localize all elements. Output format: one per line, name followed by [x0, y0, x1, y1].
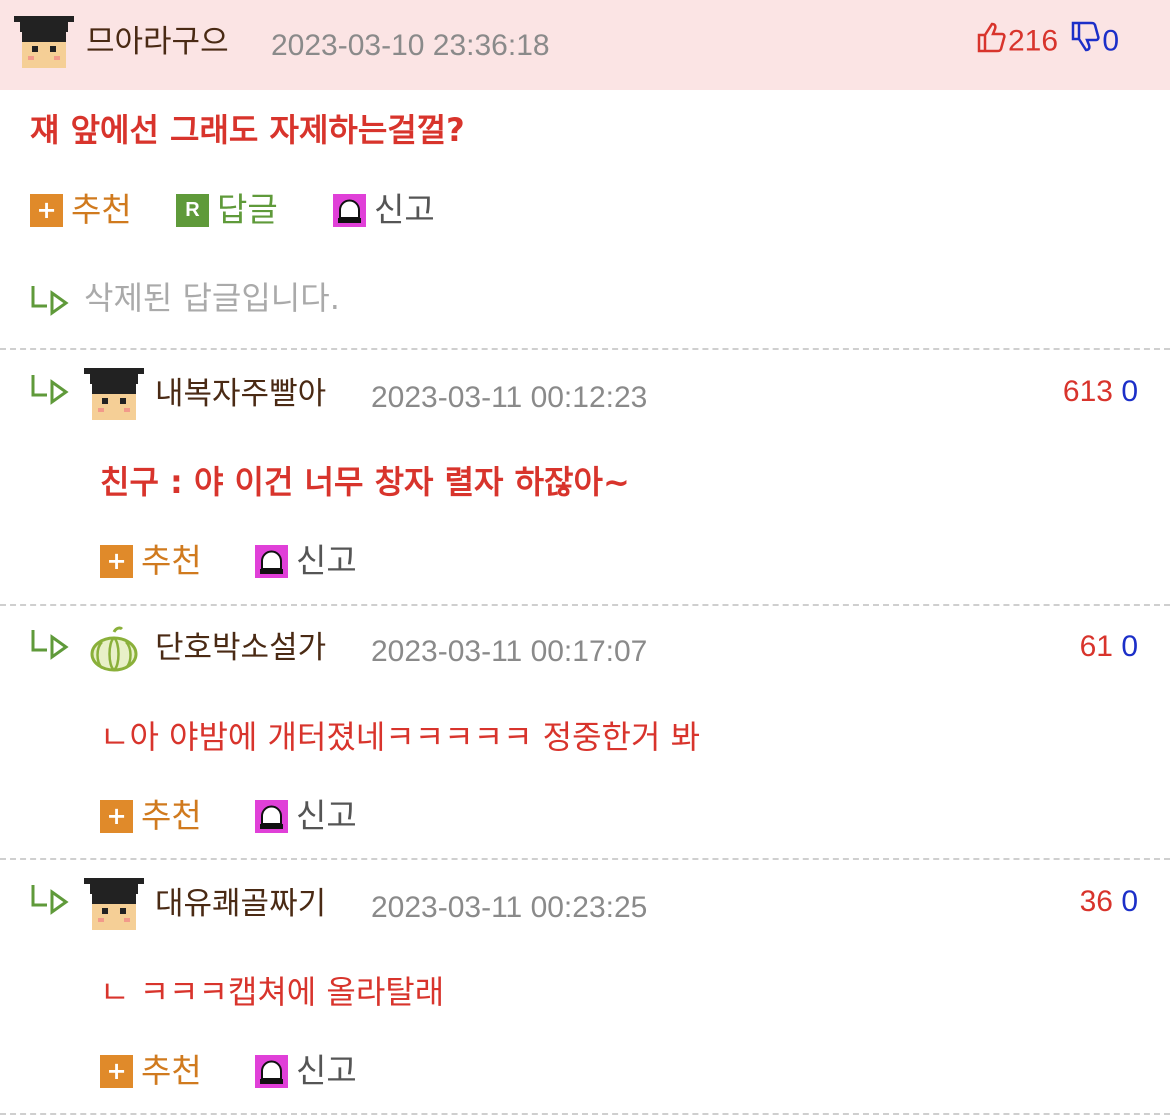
up-vote-count[interactable]: 61 — [1080, 630, 1113, 663]
report-label: 신고 — [296, 1051, 357, 1090]
recommend-button[interactable]: + 추천 — [100, 541, 202, 581]
report-button[interactable]: 신고 — [255, 1051, 357, 1091]
reply-datetime: 2023-03-11 00:12:23 — [371, 381, 648, 414]
reply-arrow-icon — [30, 627, 72, 663]
recommend-label: 추천 — [141, 796, 202, 835]
reply-text: ㄴ ㅋㅋㅋ캡쳐에 올라탈래 — [100, 973, 445, 1011]
student-cap-avatar-icon[interactable] — [84, 366, 144, 426]
divider — [0, 1113, 1170, 1115]
student-cap-avatar-icon[interactable] — [14, 14, 74, 74]
comment-datetime: 2023-03-10 23:36:18 — [271, 29, 550, 62]
reply-label: 답글 — [217, 190, 278, 229]
recommend-label: 추천 — [141, 541, 202, 580]
vote-counts: 613 0 — [1063, 372, 1138, 412]
down-vote-count: 0 — [1102, 24, 1120, 58]
divider — [0, 348, 1170, 350]
report-button[interactable]: 신고 — [333, 190, 435, 230]
reply-r-icon: R — [176, 193, 209, 227]
main-comment-header: 므아라구으 2023-03-10 23:36:18 216 0 — [0, 0, 1170, 90]
siren-icon — [255, 1054, 288, 1088]
reply-button[interactable]: R 답글 — [176, 190, 278, 230]
reply-nickname[interactable]: 내복자주빨아 — [155, 374, 326, 414]
recommend-button[interactable]: + 추천 — [30, 190, 132, 230]
down-vote-count[interactable]: 0 — [1121, 885, 1138, 918]
student-cap-avatar-icon[interactable] — [84, 876, 144, 936]
up-vote-count[interactable]: 613 — [1063, 375, 1113, 408]
pumpkin-avatar-icon[interactable] — [88, 626, 140, 674]
plus-icon: + — [100, 544, 133, 578]
recommend-button[interactable]: + 추천 — [100, 796, 202, 836]
report-label: 신고 — [296, 796, 357, 835]
down-vote-count[interactable]: 0 — [1121, 375, 1138, 408]
reply-nickname[interactable]: 단호박소설가 — [155, 628, 326, 668]
siren-icon — [255, 799, 288, 833]
down-vote-count[interactable]: 0 — [1121, 630, 1138, 663]
recommend-label: 추천 — [141, 1051, 202, 1090]
report-label: 신고 — [374, 190, 435, 229]
reply-arrow-icon — [30, 283, 72, 319]
report-label: 신고 — [296, 541, 357, 580]
plus-icon: + — [100, 1054, 133, 1088]
vote-counts: 61 0 — [1080, 627, 1138, 667]
reply-datetime: 2023-03-11 00:17:07 — [371, 635, 648, 668]
divider — [0, 858, 1170, 860]
reply-arrow-icon — [30, 882, 72, 918]
reply-arrow-icon — [30, 372, 72, 408]
comment-text: 쟤 앞에선 그래도 자제하는걸껄? — [30, 111, 465, 149]
siren-icon — [333, 193, 366, 227]
recommend-button[interactable]: + 추천 — [100, 1051, 202, 1091]
up-vote-count: 216 — [1008, 24, 1059, 58]
deleted-reply-text: 삭제된 답글입니다. — [84, 279, 340, 317]
report-button[interactable]: 신고 — [255, 796, 357, 836]
thumbs-down-icon[interactable] — [1070, 20, 1102, 65]
report-button[interactable]: 신고 — [255, 541, 357, 581]
divider — [0, 604, 1170, 606]
vote-counts: 216 0 — [976, 20, 1119, 65]
plus-icon: + — [30, 193, 63, 227]
recommend-label: 추천 — [71, 190, 132, 229]
plus-icon: + — [100, 799, 133, 833]
vote-counts: 36 0 — [1080, 882, 1138, 922]
thumbs-up-icon[interactable] — [976, 20, 1008, 65]
reply-nickname[interactable]: 대유쾌골짜기 — [155, 884, 326, 924]
comment-nickname[interactable]: 므아라구으 — [86, 22, 229, 62]
reply-datetime: 2023-03-11 00:23:25 — [371, 891, 648, 924]
up-vote-count[interactable]: 36 — [1080, 885, 1113, 918]
reply-text: 친구 : 야 이건 너무 창자 렬자 하잖아~ — [100, 463, 630, 501]
siren-icon — [255, 544, 288, 578]
reply-text: ㄴ아 야밤에 개터졌네ㅋㅋㅋㅋㅋ 정중한거 봐 — [100, 718, 701, 756]
